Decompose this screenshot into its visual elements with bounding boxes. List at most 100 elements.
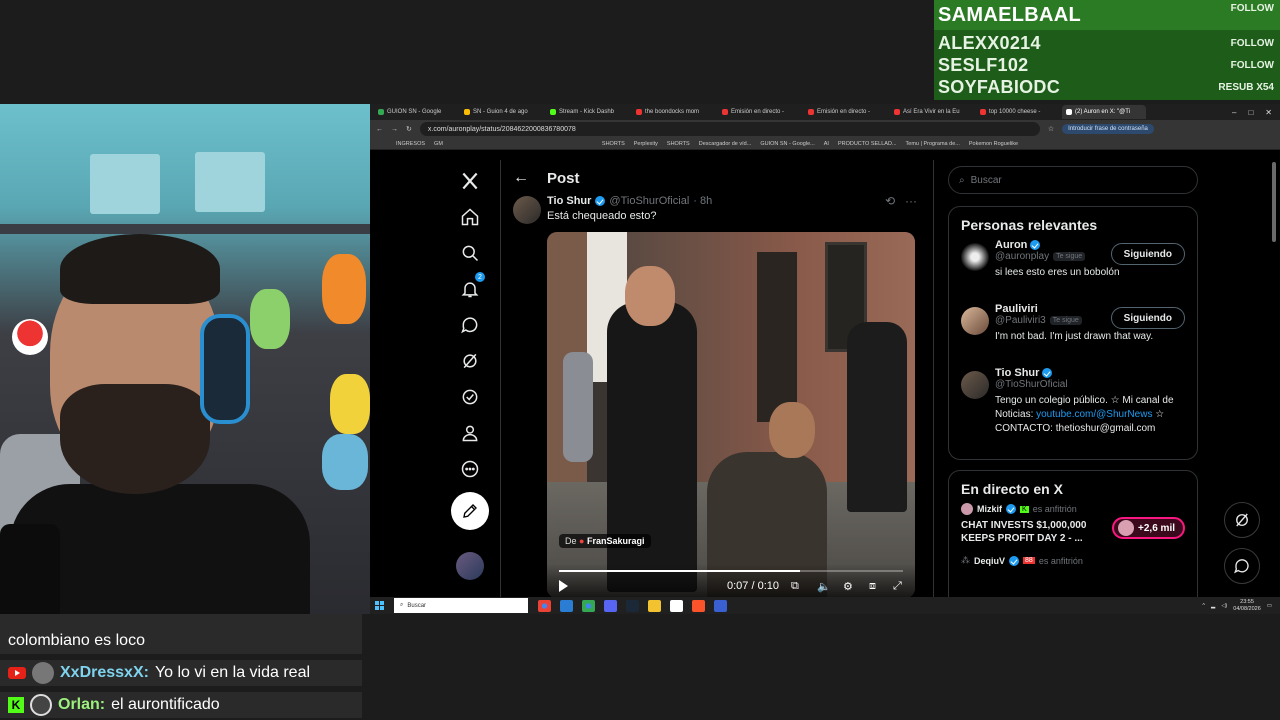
app-icon[interactable] — [560, 599, 573, 612]
author-handle[interactable]: @TioShurOficial — [609, 195, 689, 207]
person-row[interactable]: Pauliviri @Pauliviri3 Te sigue I'm not ba… — [949, 303, 1197, 367]
video-scene-pedestrian — [847, 322, 907, 512]
clock[interactable]: 23:55 04/08/2026 — [1233, 599, 1261, 611]
browser-tab[interactable]: GUION SN - Google — [374, 105, 458, 119]
start-button[interactable] — [370, 601, 388, 610]
tweet-video[interactable]: De ● FranSakuragi 0:07 / 0:10 ⧉ 🔈 ⚙ ⧈ ⤢ — [547, 232, 915, 598]
avatar[interactable] — [961, 371, 989, 399]
notifications-icon[interactable]: 2 — [455, 272, 485, 304]
settings-icon[interactable]: ⚙ — [843, 580, 853, 593]
messages-fab-button[interactable] — [1224, 548, 1260, 584]
browser-tab[interactable]: Emisión en directo - — [804, 105, 888, 119]
pokeball-figure — [12, 319, 48, 355]
bookmark-item[interactable]: Pokemon Roguelike — [969, 141, 1018, 147]
avatar[interactable] — [961, 307, 989, 335]
app-icon[interactable] — [714, 599, 727, 612]
volume-icon[interactable]: 🔈 — [817, 580, 831, 593]
browser-tab-active[interactable]: (2) Auron en X: "@Ti — [1062, 105, 1146, 119]
streamer-beard — [60, 384, 210, 494]
account-avatar[interactable] — [456, 552, 484, 580]
bookmark-item[interactable]: AI — [824, 141, 829, 147]
media-credit[interactable]: De ● FranSakuragi — [559, 534, 651, 548]
event-user: SAMAELBAAL — [938, 3, 1081, 26]
live-space-row[interactable]: ⁂ DeqiuV 88 es anfitrión — [949, 555, 1197, 566]
captions-icon[interactable]: ⧉ — [791, 580, 799, 593]
picture-in-picture-icon[interactable]: ⧈ — [869, 580, 876, 593]
notification-icon[interactable]: ▭ — [1267, 603, 1272, 609]
bulbasaur-figure — [250, 289, 290, 349]
grok-fab-button[interactable] — [1224, 502, 1260, 538]
close-icon[interactable]: ✕ — [1265, 108, 1272, 117]
browser-tab[interactable]: the boondocks mom — [632, 105, 716, 119]
steam-icon[interactable] — [626, 599, 639, 612]
bookmark-item[interactable]: GM — [434, 141, 443, 147]
event-user: ALEXX0214 — [938, 32, 1041, 53]
grok-icon[interactable]: ⟲ — [885, 194, 895, 208]
folder-icon[interactable] — [648, 599, 661, 612]
url-field[interactable]: x.com/auronplay/status/20846220008367800… — [419, 122, 1040, 136]
star-icon[interactable]: ☆ — [1048, 125, 1054, 133]
compose-button[interactable] — [451, 492, 489, 530]
chrome-icon[interactable] — [582, 599, 595, 612]
back-arrow-icon[interactable]: ← — [513, 169, 529, 187]
avatar[interactable] — [513, 196, 541, 224]
fullscreen-icon[interactable]: ⤢ — [893, 580, 902, 593]
verified-icon[interactable] — [455, 382, 485, 412]
back-icon[interactable]: ← — [376, 126, 383, 133]
bio-link[interactable]: youtube.com/@ShurNews — [1036, 409, 1152, 420]
event-user: SOYFABIODC — [938, 76, 1061, 97]
tweet-time[interactable]: · 8h — [693, 195, 712, 207]
discord-icon[interactable] — [604, 599, 617, 612]
bookmark-item[interactable]: Perplexity — [634, 141, 658, 147]
more-icon[interactable] — [455, 454, 485, 484]
reload-icon[interactable]: ↻ — [406, 125, 412, 133]
streamer-hair — [60, 234, 220, 304]
kick-icon: K — [1020, 505, 1029, 513]
grok-icon[interactable] — [455, 346, 485, 376]
password-button[interactable]: Introducir frase de contraseña — [1062, 124, 1154, 134]
volume-icon[interactable]: ◁) — [1221, 603, 1227, 609]
scrollbar[interactable] — [1272, 162, 1276, 242]
bookmark-item[interactable]: SHORTS — [602, 141, 625, 147]
maximize-icon[interactable]: □ — [1248, 108, 1253, 117]
x-logo-icon[interactable] — [455, 166, 485, 196]
browser-tab[interactable]: Así Era Vivir en la Eu — [890, 105, 974, 119]
bookmark-item[interactable]: PRODUCTO SELLAD... — [838, 141, 897, 147]
messages-icon[interactable] — [455, 310, 485, 340]
window-controls: – □ ✕ — [1232, 108, 1280, 117]
live-space-row[interactable]: Mizkif K es anfitrión CHAT INVESTS $1,00… — [949, 503, 1197, 555]
person-row[interactable]: Auron @auronplay Te sigue si lees esto er… — [949, 239, 1197, 303]
following-button[interactable]: Siguiendo — [1110, 307, 1185, 329]
network-icon[interactable]: ▂ — [1211, 603, 1215, 609]
play-icon[interactable] — [559, 580, 568, 592]
notepad-icon[interactable] — [670, 599, 683, 612]
browser-tab[interactable]: SN - Guion 4 de ago — [460, 105, 544, 119]
taskbar-search[interactable]: ⌕ Buscar — [394, 598, 528, 613]
video-progress-bar[interactable] — [559, 570, 903, 572]
forward-icon[interactable]: → — [391, 126, 398, 133]
chrome-icon[interactable] — [538, 599, 551, 612]
person-row[interactable]: Tio Shur @TioShurOficial Tengo un colegi… — [949, 367, 1197, 453]
chevron-up-icon[interactable]: ^ — [1202, 603, 1205, 609]
author-name[interactable]: Tio Shur — [547, 195, 591, 207]
bookmark-item[interactable]: GUION SN - Google... — [760, 141, 814, 147]
following-button[interactable]: Siguiendo — [1110, 243, 1185, 265]
home-icon[interactable] — [455, 202, 485, 232]
more-options-icon[interactable]: ··· — [905, 194, 917, 208]
browser-tab[interactable]: top 10000 cheese - — [976, 105, 1060, 119]
brave-icon[interactable] — [692, 599, 705, 612]
event-action: FOLLOW — [1230, 59, 1274, 71]
minimize-icon[interactable]: – — [1232, 108, 1236, 117]
avatar[interactable] — [961, 243, 989, 271]
listener-count-badge[interactable]: +2,6 mil — [1112, 517, 1185, 539]
search-icon[interactable] — [455, 238, 485, 268]
bookmark-item[interactable]: INGRESOS — [396, 141, 425, 147]
bookmark-item[interactable]: SHORTS — [667, 141, 690, 147]
browser-tab[interactable]: Emisión en directo - — [718, 105, 802, 119]
bookmark-item[interactable]: Descargador de víd... — [699, 141, 752, 147]
profile-icon[interactable] — [455, 418, 485, 448]
bookmark-item[interactable]: Temu | Programa de... — [906, 141, 960, 147]
browser-tab[interactable]: Stream - Kick Dashb — [546, 105, 630, 119]
video-scene-standing-man-head — [625, 266, 675, 326]
search-input[interactable]: ⌕ Buscar — [948, 166, 1198, 194]
